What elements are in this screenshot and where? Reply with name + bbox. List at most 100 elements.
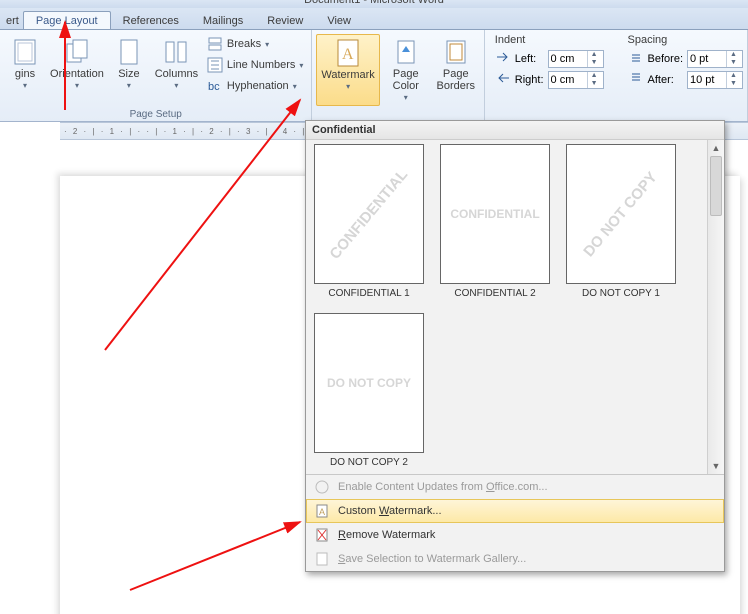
- breaks-icon: [207, 36, 223, 52]
- watermark-button[interactable]: A Watermark ▾: [316, 34, 379, 106]
- tab-review[interactable]: Review: [255, 12, 315, 29]
- indent-left-icon: [495, 49, 511, 68]
- orientation-button[interactable]: Orientation ▾: [50, 34, 104, 96]
- spacing-after-label: After:: [648, 74, 683, 86]
- watermark-thumb: CONFIDENTIAL: [440, 144, 550, 284]
- watermark-item-confidential2[interactable]: CONFIDENTIAL CONFIDENTIAL 2: [436, 144, 554, 305]
- page-borders-icon: [440, 36, 472, 68]
- spin-down-icon[interactable]: ▼: [727, 80, 740, 88]
- indent-left-input[interactable]: [549, 53, 587, 65]
- chevron-down-icon: ▾: [299, 61, 303, 70]
- scroll-up-icon[interactable]: ▲: [708, 140, 724, 156]
- indent-left-field[interactable]: ▲▼: [548, 50, 604, 68]
- save-selection-icon: [314, 551, 330, 567]
- size-button[interactable]: Size ▾: [108, 34, 150, 96]
- margins-button[interactable]: gins ▾: [4, 34, 46, 96]
- watermark-thumb: CONFIDENTIAL: [314, 144, 424, 284]
- watermark-preview-text: CONFIDENTIAL: [327, 166, 412, 262]
- chevron-down-icon: ▾: [404, 92, 408, 104]
- hyphenation-label: Hyphenation: [227, 80, 289, 92]
- watermark-menu-updates-label: Enable Content Updates from Office.com..…: [338, 481, 548, 493]
- watermark-thumb: DO NOT COPY: [566, 144, 676, 284]
- watermark-item-donotcopy1[interactable]: DO NOT COPY DO NOT COPY 1: [562, 144, 680, 305]
- watermark-menu-save: Save Selection to Watermark Gallery...: [306, 547, 724, 571]
- scroll-thumb[interactable]: [710, 156, 722, 216]
- orientation-icon: [61, 36, 93, 68]
- watermark-caption: DO NOT COPY 2: [330, 453, 408, 474]
- watermark-menu-custom[interactable]: A Custom Watermark...: [306, 499, 724, 523]
- watermark-label: Watermark: [321, 69, 374, 81]
- spin-down-icon[interactable]: ▼: [588, 80, 601, 88]
- page-borders-label: Page Borders: [436, 68, 476, 92]
- group-label-page-setup: Page Setup: [4, 109, 307, 121]
- line-numbers-label: Line Numbers: [227, 59, 295, 71]
- margins-label: gins: [15, 68, 35, 80]
- margins-icon: [9, 36, 41, 68]
- spacing-before-input[interactable]: [688, 53, 726, 65]
- group-page-background: A Watermark ▾ Page Color ▾ Page Borders: [312, 30, 484, 121]
- tab-page-layout[interactable]: Page Layout: [23, 11, 111, 29]
- scroll-down-icon[interactable]: ▼: [708, 458, 724, 474]
- chevron-down-icon: ▾: [23, 80, 27, 92]
- spin-up-icon[interactable]: ▲: [588, 72, 601, 80]
- watermark-menu-remove-label: Remove Watermark: [338, 529, 435, 541]
- spin-up-icon[interactable]: ▲: [727, 72, 740, 80]
- chevron-down-icon: ▾: [75, 80, 79, 92]
- watermark-item-donotcopy2[interactable]: DO NOT COPY DO NOT COPY 2: [310, 313, 428, 474]
- hyphenation-button[interactable]: bc Hyphenation ▾: [203, 76, 308, 96]
- watermark-gallery-header: Confidential: [306, 121, 724, 140]
- watermark-menu-remove[interactable]: Remove Watermark: [306, 523, 724, 547]
- tab-view[interactable]: View: [315, 12, 363, 29]
- columns-label: Columns: [155, 68, 198, 80]
- page-color-button[interactable]: Page Color ▾: [384, 34, 428, 106]
- chevron-down-icon: ▾: [346, 81, 350, 93]
- page-color-label: Page Color: [388, 68, 424, 92]
- page-color-icon: [390, 36, 422, 68]
- gallery-scrollbar[interactable]: ▲ ▼: [707, 140, 724, 474]
- watermark-gallery: CONFIDENTIAL CONFIDENTIAL 1 CONFIDENTIAL…: [306, 140, 724, 474]
- watermark-menu-save-label: Save Selection to Watermark Gallery...: [338, 553, 526, 565]
- watermark-menu: Enable Content Updates from Office.com..…: [306, 474, 724, 571]
- spacing-before-label: Before:: [648, 53, 683, 65]
- breaks-button[interactable]: Breaks ▾: [203, 34, 308, 54]
- ribbon-tabs: ert Page Layout References Mailings Revi…: [0, 8, 748, 30]
- watermark-preview-text: DO NOT COPY: [327, 376, 411, 390]
- size-label: Size: [118, 68, 139, 80]
- spin-up-icon[interactable]: ▲: [727, 51, 740, 59]
- spacing-header: Spacing: [628, 34, 743, 47]
- indent-block: Indent Left: ▲▼ Right: ▲▼: [495, 34, 604, 89]
- page-borders-button[interactable]: Page Borders: [432, 34, 480, 106]
- watermark-caption: CONFIDENTIAL 2: [454, 284, 535, 305]
- orientation-label: Orientation: [50, 68, 104, 80]
- chevron-down-icon: ▾: [293, 82, 297, 91]
- spacing-after-icon: [628, 70, 644, 89]
- columns-button[interactable]: Columns ▾: [154, 34, 199, 96]
- indent-right-icon: [495, 70, 511, 89]
- watermark-menu-custom-label: Custom Watermark...: [338, 505, 442, 517]
- spin-up-icon[interactable]: ▲: [588, 51, 601, 59]
- tab-mailings[interactable]: Mailings: [191, 12, 255, 29]
- tab-insert-cut[interactable]: ert: [2, 12, 23, 29]
- spacing-before-icon: [628, 49, 644, 68]
- chevron-down-icon: ▾: [127, 80, 131, 92]
- line-numbers-button[interactable]: Line Numbers ▾: [203, 55, 308, 75]
- watermark-item-confidential1[interactable]: CONFIDENTIAL CONFIDENTIAL 1: [310, 144, 428, 305]
- window-title: Document1 - Microsoft Word: [0, 0, 748, 4]
- spin-down-icon[interactable]: ▼: [727, 59, 740, 67]
- svg-text:A: A: [342, 46, 354, 63]
- indent-right-input[interactable]: [549, 74, 587, 86]
- svg-text:bc: bc: [208, 81, 220, 93]
- spacing-after-field[interactable]: ▲▼: [687, 71, 743, 89]
- page-icon: A: [314, 503, 330, 519]
- indent-right-label: Right:: [515, 74, 544, 86]
- spacing-before-field[interactable]: ▲▼: [687, 50, 743, 68]
- watermark-icon: A: [332, 37, 364, 69]
- svg-text:A: A: [319, 507, 325, 517]
- tab-references[interactable]: References: [111, 12, 191, 29]
- line-numbers-icon: [207, 57, 223, 73]
- spin-down-icon[interactable]: ▼: [588, 59, 601, 67]
- indent-right-field[interactable]: ▲▼: [548, 71, 604, 89]
- watermark-caption: DO NOT COPY 1: [582, 284, 660, 305]
- indent-header: Indent: [495, 34, 604, 47]
- spacing-after-input[interactable]: [688, 74, 726, 86]
